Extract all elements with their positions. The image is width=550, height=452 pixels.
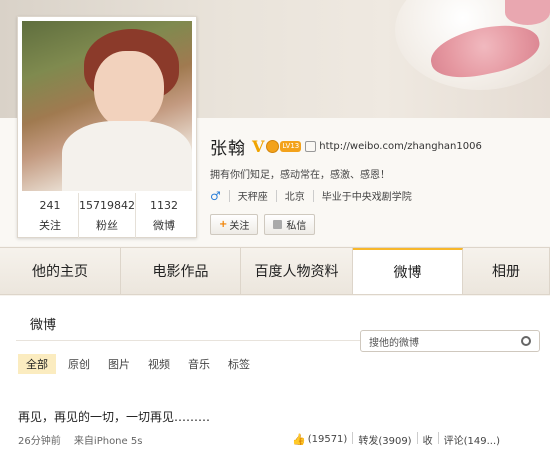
filter-all[interactable]: 全部 [18,354,56,374]
search-icon[interactable] [521,336,531,346]
male-gender-icon: ♂ [210,188,221,203]
divider [352,432,354,444]
cover-image-nose [505,0,550,25]
like-count: (19571) [307,434,348,445]
post-actions: 👍 (19571) 转发(3909) 收 评论(149...) [292,432,500,447]
verified-badge-icon[interactable]: V [252,137,264,156]
profile-meta: ♂ 天秤座 北京 毕业于中央戏剧学院 [210,188,412,204]
feed-filters: 全部 原创 图片 视频 音乐 标签 [18,354,268,374]
zodiac-text: 天秤座 [237,192,268,203]
profile-name: 张翰 [210,139,246,159]
tab-weibo[interactable]: 微博 [353,248,463,294]
stat-following[interactable]: 241 关注 [22,193,79,239]
divider [437,432,439,444]
divider [228,189,230,202]
like-button[interactable]: 👍 (19571) [292,432,347,447]
stat-following-num: 241 [39,199,61,212]
stat-fans[interactable]: 15719842 粉丝 [79,193,136,239]
search-placeholder: 搜他的微博 [369,337,419,349]
profile-tabs: 他的主页 电影作品 百度人物资料 微博 相册 [0,247,550,295]
divider [416,432,418,444]
avatar[interactable] [22,21,192,191]
repost-button[interactable]: 转发(3909) [358,432,411,447]
level-circle-icon [266,140,280,153]
avatar-card: 241 关注 15719842 粉丝 1132 微博 [17,16,197,239]
profile-url-link[interactable]: http://weibo.com/zhanghan1006 [319,141,482,152]
city-text: 北京 [284,192,305,203]
stat-fans-label: 粉丝 [96,219,118,232]
profile-name-row: 张翰 V LV13 http://weibo.com/zhanghan1006 [210,134,482,159]
feed-title: 微博 [30,318,57,333]
follow-button[interactable]: + 关注 [210,214,259,235]
level-label: LV13 [280,141,302,152]
school-text: 毕业于中央戏剧学院 [321,192,412,203]
avatar-face [94,51,164,129]
collect-button[interactable]: 收 [423,432,433,447]
filter-original[interactable]: 原创 [68,354,90,374]
post-time[interactable]: 26分钟前 [18,436,61,447]
level-badge-icon[interactable]: LV13 [266,140,302,153]
stat-fans-num: 15719842 [79,199,135,212]
tab-home[interactable]: 他的主页 [0,248,121,294]
filter-images[interactable]: 图片 [108,354,130,374]
tab-album[interactable]: 相册 [463,248,550,294]
profile-motto: 拥有你们知足，感动常在，感激、感恩！ [210,170,390,181]
profile-stats: 241 关注 15719842 粉丝 1132 微博 [22,193,192,239]
avatar-coat [62,121,192,191]
post-text: 再见，再见的一切，一切再见……… [18,410,211,424]
thumbs-up-icon: 👍 [292,433,306,446]
post-source[interactable]: 来自iPhone 5s [74,436,143,447]
filter-tags[interactable]: 标签 [228,354,250,374]
tab-baidu-profile[interactable]: 百度人物资料 [241,248,353,294]
divider [312,189,314,202]
plus-icon: + [219,219,228,230]
stat-weibo[interactable]: 1132 微博 [136,193,192,239]
follow-button-label: 关注 [229,221,250,232]
tab-films[interactable]: 电影作品 [121,248,241,294]
message-icon [273,220,283,229]
stat-following-label: 关注 [39,219,61,232]
post-meta: 26分钟前 来自iPhone 5s [18,432,152,447]
message-button-label: 私信 [286,221,307,232]
message-button[interactable]: 私信 [264,214,316,235]
divider [275,189,277,202]
comment-button[interactable]: 评论(149...) [444,432,500,447]
homepage-icon [305,141,317,152]
stat-weibo-num: 1132 [150,199,178,212]
filter-videos[interactable]: 视频 [148,354,170,374]
weibo-search-input[interactable]: 搜他的微博 [360,330,540,352]
profile-actions: + 关注 私信 [210,214,321,235]
filter-music[interactable]: 音乐 [188,354,210,374]
stat-weibo-label: 微博 [153,219,175,232]
feed-content: 微博 搜他的微博 全部 原创 图片 视频 音乐 标签 再见，再见的一切，一切再见… [0,296,550,452]
